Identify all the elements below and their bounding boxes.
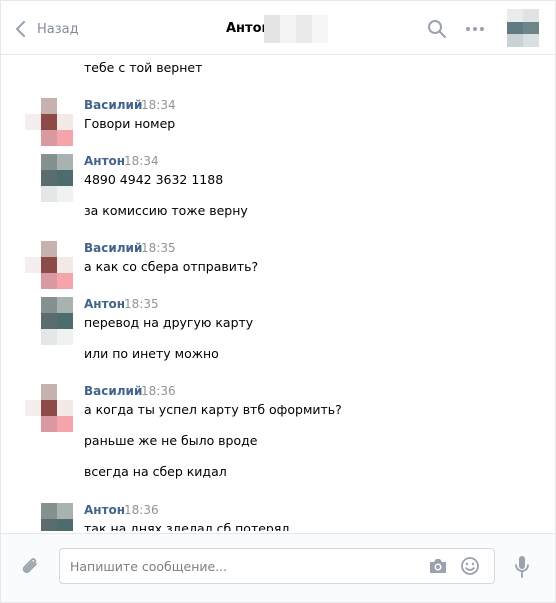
avatar[interactable] bbox=[25, 297, 73, 345]
message-text: тебе с той вернет bbox=[84, 60, 203, 75]
smile-icon[interactable] bbox=[460, 556, 480, 576]
message-text: всегда на сбер кидал bbox=[84, 464, 227, 479]
chat-avatar[interactable] bbox=[507, 9, 539, 47]
chat-window: Назад Антон тебе с той вернет Василий 18… bbox=[0, 0, 556, 603]
message-time: 18:34 bbox=[124, 154, 159, 168]
chevron-left-icon bbox=[16, 21, 25, 37]
message-input-box[interactable] bbox=[59, 548, 495, 584]
message-text: Говори номер bbox=[84, 116, 176, 131]
chat-header: Назад Антон bbox=[1, 1, 555, 55]
author-name[interactable]: Василий bbox=[84, 241, 142, 255]
message-text: или по инету можно bbox=[84, 346, 219, 361]
search-icon[interactable] bbox=[427, 19, 447, 39]
more-dots-icon[interactable] bbox=[465, 19, 485, 39]
message-time: 18:35 bbox=[124, 297, 159, 311]
message-time: 18:35 bbox=[141, 241, 176, 255]
message-text: перевод на другую карту bbox=[84, 315, 254, 330]
author-name[interactable]: Василий bbox=[84, 384, 142, 398]
message-text: 4890 4942 3632 1188 bbox=[84, 172, 224, 187]
paperclip-icon[interactable] bbox=[21, 556, 41, 578]
message-composer bbox=[1, 533, 555, 602]
author-name[interactable]: Антон bbox=[84, 154, 125, 168]
back-label: Назад bbox=[37, 21, 79, 37]
avatar[interactable] bbox=[25, 98, 73, 146]
avatar[interactable] bbox=[25, 503, 73, 531]
author-name[interactable]: Антон bbox=[84, 297, 125, 311]
message-input[interactable] bbox=[70, 549, 410, 583]
message-text: а когда ты успел карту втб оформить? bbox=[84, 402, 342, 417]
message-time: 18:36 bbox=[124, 503, 159, 517]
message-time: 18:36 bbox=[141, 384, 176, 398]
message-text: а как со сбера отправить? bbox=[84, 259, 259, 274]
message-history[interactable]: тебе с той вернет Василий 18:34 Говори н… bbox=[1, 56, 555, 531]
author-name[interactable]: Антон bbox=[84, 503, 125, 517]
pixelated-surname bbox=[264, 15, 328, 43]
message-text: за комиссию тоже верну bbox=[84, 203, 248, 218]
avatar[interactable] bbox=[25, 154, 73, 202]
microphone-icon[interactable] bbox=[514, 555, 530, 579]
avatar[interactable] bbox=[25, 384, 73, 432]
author-name[interactable]: Василий bbox=[84, 98, 142, 112]
back-button[interactable]: Назад bbox=[15, 19, 79, 39]
message-time: 18:34 bbox=[141, 98, 176, 112]
message-text: так на днях зделал сб потерял bbox=[84, 521, 290, 531]
camera-icon[interactable] bbox=[428, 557, 448, 575]
message-text: раньше же не было вроде bbox=[84, 433, 258, 448]
avatar[interactable] bbox=[25, 241, 73, 289]
